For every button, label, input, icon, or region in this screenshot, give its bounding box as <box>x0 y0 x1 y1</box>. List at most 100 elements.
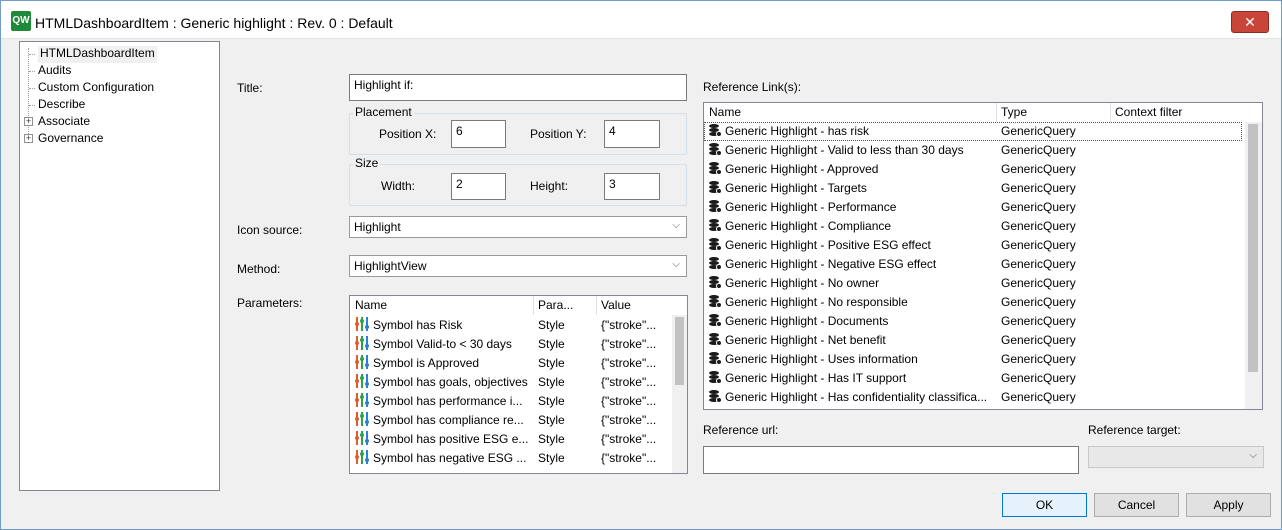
chevron-down-icon: ⌵ <box>1249 450 1257 461</box>
param-type-cell: Style <box>538 451 565 465</box>
column-header-value[interactable]: Value <box>601 296 631 315</box>
icon-source-value: Highlight <box>354 220 401 234</box>
table-row[interactable]: Generic Highlight - has risk GenericQuery <box>704 122 1242 141</box>
method-value: HighlightView <box>354 259 427 273</box>
title-input[interactable]: Highlight if: <box>349 74 687 101</box>
chevron-down-icon: ⌵ <box>672 259 680 270</box>
cancel-button[interactable]: Cancel <box>1094 493 1179 517</box>
reference-name-cell: Generic Highlight - Has IT support <box>708 369 996 388</box>
table-row[interactable]: Generic Highlight - Approved GenericQuery <box>704 160 1242 179</box>
column-header-type[interactable]: Type <box>1001 103 1027 122</box>
close-button[interactable]: ✕ <box>1231 11 1269 33</box>
symbol-style-icon <box>354 374 371 388</box>
table-row[interactable]: Symbol has Risk Style {"stroke"... <box>350 316 672 335</box>
param-value-cell: {"stroke"... <box>601 451 657 465</box>
param-value-cell: {"stroke"... <box>601 432 657 446</box>
symbol-style-icon <box>354 412 371 426</box>
database-query-icon <box>708 142 722 156</box>
param-value-cell: {"stroke"... <box>601 375 657 389</box>
method-select[interactable]: HighlightView ⌵ <box>349 255 687 277</box>
table-row[interactable]: Generic Highlight - Compliance GenericQue… <box>704 217 1242 236</box>
table-row[interactable]: Generic Highlight - No responsible Generi… <box>704 293 1242 312</box>
icon-source-select[interactable]: Highlight ⌵ <box>349 216 687 238</box>
expand-governance-icon[interactable]: + <box>24 134 33 143</box>
table-row[interactable]: Generic Highlight - Valid to less than 3… <box>704 141 1242 160</box>
expand-associate-icon[interactable]: + <box>24 117 33 126</box>
reference-name-cell: Generic Highlight - Targets <box>708 179 996 198</box>
tree-item-custom-configuration[interactable]: Custom Configuration <box>38 80 154 97</box>
apply-button[interactable]: Apply <box>1186 493 1271 517</box>
tree-item-describe[interactable]: Describe <box>38 97 85 114</box>
database-query-icon <box>708 332 722 346</box>
reference-links-grid: Name Type Context filter Generic Highlig… <box>703 102 1263 410</box>
database-query-icon <box>708 237 722 251</box>
table-row[interactable]: Generic Highlight - Has IT support Generi… <box>704 369 1242 388</box>
reference-type-cell: GenericQuery <box>1001 238 1076 252</box>
window-title: HTMLDashboardItem : Generic highlight : … <box>35 15 393 31</box>
column-separator <box>996 103 997 122</box>
width-input[interactable]: 2 <box>451 173 506 200</box>
table-row[interactable]: Symbol has negative ESG ... Style {"stroke… <box>350 449 672 468</box>
reference-links-label: Reference Link(s): <box>703 80 802 94</box>
parameters-scroll-thumb[interactable] <box>675 317 684 385</box>
height-label: Height: <box>530 179 569 193</box>
table-row[interactable]: Generic Highlight - Net benefit GenericQu… <box>704 331 1242 350</box>
position-y-input[interactable]: 4 <box>604 120 660 148</box>
param-name-cell: Symbol Valid-to < 30 days <box>354 335 532 354</box>
table-row[interactable]: Symbol has positive ESG e... Style {"strok… <box>350 430 672 449</box>
tree-connector <box>29 71 35 72</box>
chevron-down-icon: ⌵ <box>672 220 680 231</box>
position-x-input[interactable]: 6 <box>451 120 506 148</box>
reference-name-cell: Generic Highlight - Net benefit <box>708 331 996 350</box>
reference-url-label: Reference url: <box>703 423 779 437</box>
param-type-cell: Style <box>538 375 565 389</box>
table-row[interactable]: Symbol Valid-to < 30 days Style {"stroke".… <box>350 335 672 354</box>
param-type-cell: Style <box>538 413 565 427</box>
column-header-context-filter[interactable]: Context filter <box>1115 103 1182 122</box>
param-value-cell: {"stroke"... <box>601 318 657 332</box>
param-name-cell: Symbol has goals, objectives <box>354 373 532 392</box>
position-y-label: Position Y: <box>530 127 587 141</box>
tree-item-associate[interactable]: Associate <box>38 114 90 131</box>
database-query-icon <box>708 370 722 384</box>
tree-item-governance[interactable]: Governance <box>38 131 103 148</box>
table-row[interactable]: Generic Highlight - Positive ESG effect G… <box>704 236 1242 255</box>
database-query-icon <box>708 123 722 137</box>
table-row[interactable]: Generic Highlight - Performance GenericQu… <box>704 198 1242 217</box>
dialog-window: QW HTMLDashboardItem : Generic highlight… <box>0 0 1282 530</box>
table-row[interactable]: Symbol has compliance re... Style {"stroke… <box>350 411 672 430</box>
table-row[interactable]: Generic Highlight - Negative ESG effect G… <box>704 255 1242 274</box>
table-row[interactable]: Generic Highlight - Targets GenericQuery <box>704 179 1242 198</box>
height-input[interactable]: 3 <box>604 173 660 200</box>
table-row[interactable]: Symbol has goals, objectives Style {"strok… <box>350 373 672 392</box>
table-row[interactable]: Generic Highlight - Documents GenericQuer… <box>704 312 1242 331</box>
placement-caption: Placement <box>353 105 414 119</box>
reference-target-select[interactable]: ⌵ <box>1088 446 1264 468</box>
database-query-icon <box>708 351 722 365</box>
tree-item-htmldashboarditem[interactable]: HTMLDashboardItem <box>38 46 157 63</box>
references-scroll-thumb[interactable] <box>1248 124 1258 372</box>
table-row[interactable]: Generic Highlight - No owner GenericQuery <box>704 274 1242 293</box>
database-query-icon <box>708 389 722 403</box>
table-row[interactable]: Generic Highlight - Has confidentiality … <box>704 388 1242 407</box>
reference-url-input[interactable] <box>703 446 1079 474</box>
parameters-grid: Name Para... Value Symbol has Risk Style {… <box>349 295 688 474</box>
reference-type-cell: GenericQuery <box>1001 295 1076 309</box>
column-header-param[interactable]: Para... <box>538 296 573 315</box>
reference-type-cell: GenericQuery <box>1001 124 1076 138</box>
parameters-scrollbar[interactable] <box>672 315 687 473</box>
table-row[interactable]: Symbol is Approved Style {"stroke"... <box>350 354 672 373</box>
column-header-name[interactable]: Name <box>355 296 387 315</box>
table-row[interactable]: Generic Highlight - Uses information Gene… <box>704 350 1242 369</box>
references-scrollbar[interactable] <box>1245 122 1262 409</box>
param-value-cell: {"stroke"... <box>601 337 657 351</box>
database-query-icon <box>708 199 722 213</box>
column-header-name[interactable]: Name <box>709 103 741 122</box>
width-label: Width: <box>381 179 416 193</box>
param-type-cell: Style <box>538 394 565 408</box>
ok-button[interactable]: OK <box>1002 493 1087 517</box>
param-value-cell: {"stroke"... <box>601 413 657 427</box>
title-label: Title: <box>237 81 263 95</box>
tree-item-audits[interactable]: Audits <box>38 63 71 80</box>
table-row[interactable]: Symbol has performance i... Style {"stroke… <box>350 392 672 411</box>
